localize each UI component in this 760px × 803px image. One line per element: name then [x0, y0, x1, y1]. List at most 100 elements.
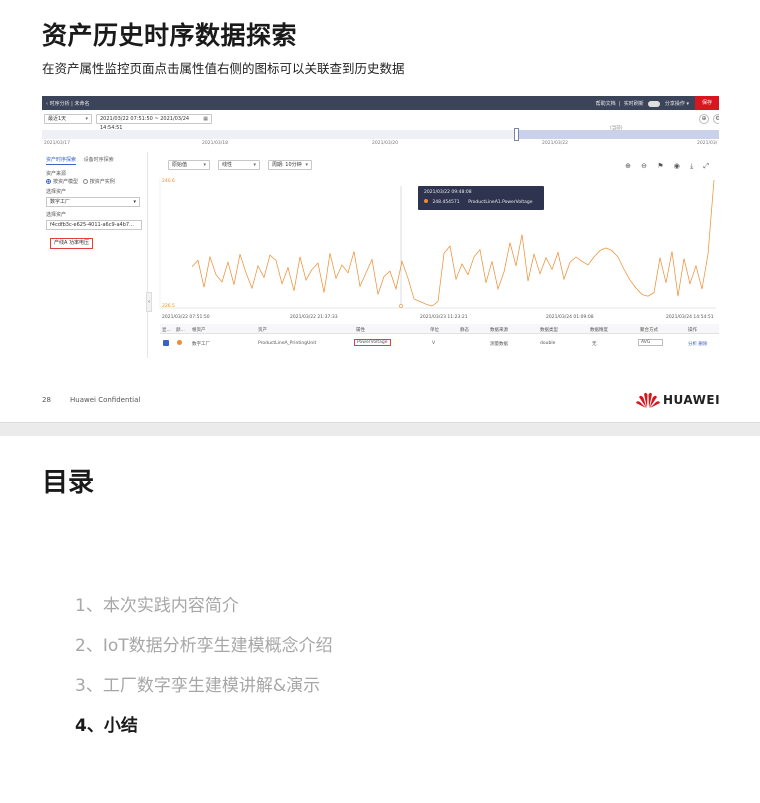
col-header[interactable]: 操作 — [688, 327, 697, 333]
col-header[interactable]: 静态 — [460, 327, 469, 333]
asset-select-value: 数字工厂 — [50, 199, 71, 205]
source-radios: 按资产模型 按资产实例 — [46, 178, 115, 185]
tooltip-row: 248.454571 ProductLineA1.PowerVoltage — [424, 199, 533, 205]
x-tick-label: 2021/03/22 07:51:50 — [162, 315, 210, 320]
asset-select[interactable]: 数字工厂 ▾ — [46, 197, 140, 207]
radio-by-model[interactable] — [46, 179, 51, 184]
toc-item-current: 4、小结 — [75, 716, 138, 736]
col-header[interactable]: 聚合方式 — [640, 327, 658, 333]
timeline-tick: 2021/03/18 — [202, 141, 228, 146]
zoom-icon[interactable]: ⊕ — [699, 114, 709, 124]
color-swatch[interactable] — [177, 340, 182, 345]
table-row[interactable]: 数字工厂 ProductLineA_PrintingUnit PowerVolt… — [160, 338, 719, 350]
x-tick-label: 2021/03/22 21:37:33 — [290, 315, 338, 320]
app-topbar: ‹ 时序分析 | 未命名 帮助文档 | 实时刷新 分享操作 ▾ 保存 — [42, 96, 719, 110]
embedded-screenshot: ‹ 时序分析 | 未命名 帮助文档 | 实时刷新 分享操作 ▾ 保存 最近1天 … — [42, 96, 719, 358]
range-select-value: 最近1天 — [48, 116, 67, 122]
cell-root-asset: 数字工厂 — [192, 342, 210, 347]
toc-item: 2、IoT数据分析孪生建模概念介绍 — [75, 636, 333, 656]
asset-selector-panel: 资产时序探索 设备时序探索 资产来源 按资产模型 按资产实例 选择资产 数字工厂… — [42, 152, 152, 358]
cell-precision: 无 — [592, 342, 597, 347]
realtime-toggle[interactable] — [648, 100, 661, 107]
settings-icon[interactable]: ⚙ — [713, 114, 719, 124]
chevron-down-icon: ▾ — [203, 162, 206, 168]
interpolation-select[interactable]: 线性 ▾ — [218, 160, 260, 170]
timeline-selection[interactable] — [517, 130, 719, 139]
huawei-logo: HUAWEI — [636, 391, 720, 409]
chevron-down-icon: ▾ — [305, 162, 308, 168]
tab-asset-series[interactable]: 资产时序探索 — [46, 157, 77, 165]
col-header[interactable]: 根资产 — [192, 327, 206, 333]
chart-toolbar-icons[interactable]: ⊕ ⊖ ⚑ ◉ ⤓ ⤢ — [625, 162, 713, 171]
tooltip-series-name: ProductLineA1.PowerVoltage — [468, 200, 533, 205]
interval-value: 周期: 10分钟 — [272, 162, 302, 168]
radio-by-instance-label: 按资产实例 — [89, 179, 115, 185]
slide-subtitle: 在资产属性监控页面点击属性值右侧的图标可以关联查到历史数据 — [42, 61, 405, 76]
col-header[interactable]: 显... — [162, 327, 171, 333]
col-header[interactable]: 属性 — [356, 327, 365, 333]
breadcrumb[interactable]: ‹ 时序分析 | 未命名 — [46, 100, 89, 107]
cell-asset: ProductLineA_PrintingUnit — [258, 341, 317, 346]
time-range-picker[interactable]: 2021/03/22 07:51:50 ~ 2021/03/24 14:54:5… — [96, 114, 212, 131]
y-tick-bottom: 226.5 — [162, 303, 175, 309]
confidential-label: Huawei Confidential — [70, 396, 141, 404]
tooltip-value: 248.454571 — [432, 200, 460, 205]
col-header[interactable]: 颜... — [176, 327, 185, 333]
select-asset-label: 选择资产 — [46, 189, 67, 195]
toc-item: 1、本次实践内容简介 — [75, 596, 239, 616]
series-dot-icon — [424, 199, 428, 203]
cell-property: PowerVoltage — [354, 339, 391, 346]
calendar-icon: ▦ — [203, 116, 208, 122]
cell-unit: V — [432, 341, 436, 346]
x-tick-label: 2021/03/24 01:09:08 — [546, 315, 594, 320]
interval-select[interactable]: 周期: 10分钟 ▾ — [268, 160, 312, 170]
table-header: 显... 颜... 根资产 资产 属性 单位 静态 数据来源 数据类型 数据精度… — [160, 324, 719, 334]
radio-by-model-label: 按资产模型 — [53, 179, 79, 185]
hover-point-marker — [399, 304, 403, 308]
filter-bar: 最近1天 ▾ 2021/03/22 07:51:50 ~ 2021/03/24 … — [42, 112, 719, 131]
col-header[interactable]: 数据精度 — [590, 327, 608, 333]
timeline-tick: 2021/03/20 — [372, 141, 398, 146]
help-link[interactable]: 帮助文档 — [596, 101, 616, 107]
page-number: 28 — [42, 396, 51, 404]
interpolation-value: 线性 — [222, 162, 233, 168]
col-header[interactable]: 资产 — [258, 327, 267, 333]
tooltip-date: 2021/03/22 09:48:08 — [424, 190, 472, 195]
panel-tabs: 资产时序探索 设备时序探索 — [46, 156, 114, 165]
property-table: 显... 颜... 根资产 资产 属性 单位 静态 数据来源 数据类型 数据精度… — [160, 324, 719, 358]
toc-title: 目录 — [42, 468, 95, 498]
x-tick-label: 2021/03/23 11:23:21 — [420, 315, 468, 320]
col-header[interactable]: 单位 — [430, 327, 439, 333]
asset-search-input[interactable]: f4cdfb3c-e625-4011-a6c9-a4b7... — [46, 220, 142, 230]
save-button[interactable]: 保存 — [695, 96, 719, 110]
selected-property-tag[interactable]: 产线A 功率电压 — [50, 238, 94, 249]
toc-item: 3、工厂数字孪生建模讲解&演示 — [75, 676, 321, 696]
tab-device-series[interactable]: 设备时序探索 — [84, 157, 114, 163]
asset-search-value: f4cdfb3c-e625-4011-a6c9-a4b7... — [50, 222, 134, 228]
aggregation-cell-select[interactable]: AVG — [638, 339, 664, 346]
range-select[interactable]: 最近1天 ▾ — [44, 114, 92, 124]
timeline-ticks: 2021/03/17 2021/03/18 2021/03/20 2021/03… — [42, 141, 719, 147]
cell-source: 测量数据 — [490, 342, 508, 347]
radio-by-instance[interactable] — [82, 179, 88, 184]
slide-divider — [0, 422, 760, 436]
share-menu[interactable]: 分享操作 ▾ — [665, 101, 689, 107]
slide-title: 资产历史时序数据探索 — [42, 21, 298, 50]
timeline-handle[interactable] — [514, 128, 519, 141]
timeline-now-label: (当前) — [610, 126, 623, 131]
col-header[interactable]: 数据来源 — [490, 327, 508, 333]
x-axis-labels: 2021/03/22 07:51:50 2021/03/22 21:37:33 … — [156, 315, 719, 321]
timeline-brush[interactable]: (当前) 2021/03/17 2021/03/18 2021/03/20 20… — [42, 126, 719, 150]
row-actions[interactable]: 分析 删除 — [688, 341, 707, 347]
select-property-label: 选择资产 — [46, 212, 67, 218]
source-label: 资产来源 — [46, 171, 67, 177]
topbar-actions: 帮助文档 | 实时刷新 分享操作 ▾ — [595, 100, 689, 107]
aggregation-select[interactable]: 原始值 ▾ — [168, 160, 210, 170]
collapse-panel-icon[interactable]: ‹ — [146, 292, 152, 312]
x-tick-label: 2021/03/24 14:54:51 — [666, 315, 714, 320]
aggregation-value: 原始值 — [172, 162, 188, 168]
show-checkbox[interactable] — [163, 340, 169, 346]
y-tick-top: 240.6 — [162, 178, 175, 184]
timeline-tick: 2021/03/17 — [44, 141, 70, 146]
col-header[interactable]: 数据类型 — [540, 327, 558, 333]
